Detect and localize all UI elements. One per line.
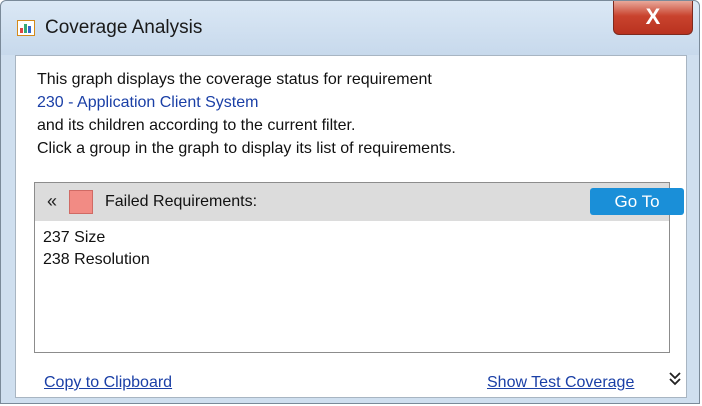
requirements-list: 237 Size 238 Resolution [43,227,150,271]
requirements-group-panel: « Failed Requirements: Go To 237 Size 23… [34,182,684,353]
copy-to-clipboard-link[interactable]: Copy to Clipboard [44,374,172,392]
window-title: Coverage Analysis [45,17,203,38]
content-panel: This graph displays the coverage status … [15,55,687,398]
description-line-3: and its children according to the curren… [37,117,356,134]
title-bar[interactable]: Coverage Analysis X [1,1,699,55]
description-line-4: Click a group in the graph to display it… [37,140,456,157]
group-color-swatch [69,190,93,214]
list-item[interactable]: 238 Resolution [43,249,150,271]
group-title: Failed Requirements: [105,193,258,210]
coverage-analysis-window: Coverage Analysis X This graph displays … [0,0,700,404]
go-to-button[interactable]: Go To [590,188,684,215]
list-item[interactable]: 237 Size [43,227,150,249]
show-test-coverage-link[interactable]: Show Test Coverage [487,374,634,392]
description-line-1: This graph displays the coverage status … [37,71,432,88]
double-chevron-down-icon[interactable] [669,372,681,391]
close-button[interactable]: X [613,1,693,35]
chart-icon [17,20,35,36]
double-chevron-left-icon[interactable]: « [47,191,57,211]
requirement-link[interactable]: 230 - Application Client System [37,94,258,112]
group-header: « Failed Requirements: Go To [35,183,684,221]
